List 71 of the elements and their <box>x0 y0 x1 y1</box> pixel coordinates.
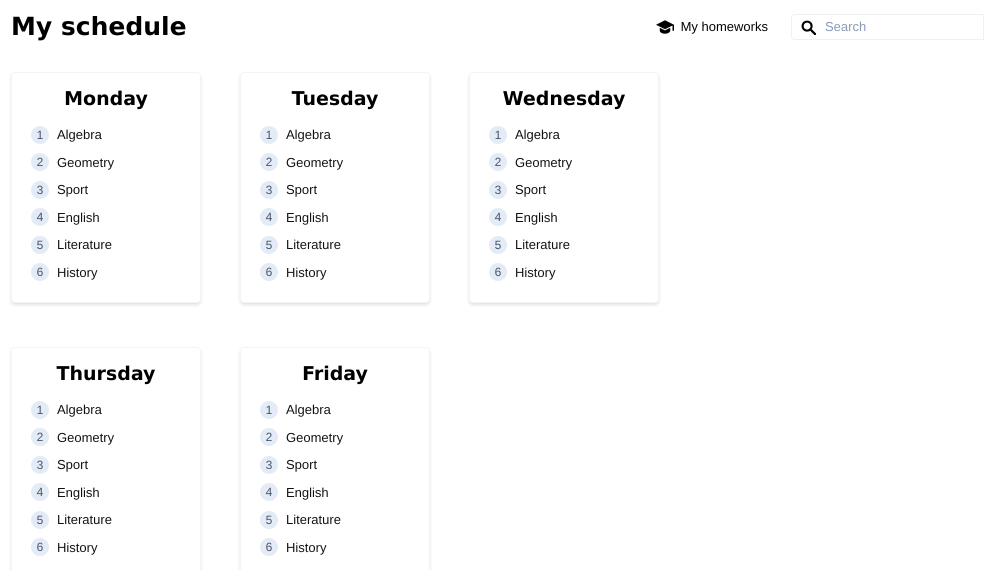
lesson-subject: Sport <box>57 456 88 474</box>
day-title: Friday <box>302 362 368 386</box>
page-title: My schedule <box>11 11 187 44</box>
lesson-subject: Geometry <box>515 154 572 172</box>
lesson-subject: Sport <box>286 181 318 199</box>
day-title: Wednesday <box>502 87 626 111</box>
lesson-subject: English <box>286 208 329 227</box>
lesson-subject: Geometry <box>286 428 344 447</box>
lesson-subject: History <box>57 538 98 557</box>
lesson-subject: Literature <box>286 236 341 254</box>
search-icon <box>801 20 816 34</box>
lesson-number: 1 <box>260 400 278 419</box>
lesson-subject: Sport <box>515 181 546 199</box>
lesson-number: 5 <box>489 236 507 254</box>
lesson-number: 6 <box>260 538 278 556</box>
lesson-number: 3 <box>260 180 278 199</box>
lesson-subject: Algebra <box>286 401 331 419</box>
graduation-cap-icon <box>656 20 674 34</box>
lesson-subject: Algebra <box>286 126 331 144</box>
lesson-subject: English <box>57 484 100 502</box>
lesson-subject: Algebra <box>515 126 560 144</box>
homeworks-link[interactable]: My homeworks <box>656 17 768 37</box>
lesson-number: 4 <box>489 208 507 226</box>
lesson-subject: Geometry <box>57 154 114 172</box>
lesson-number: 5 <box>31 510 49 529</box>
lesson-subject: Geometry <box>286 154 344 172</box>
lesson-number: 2 <box>489 153 507 172</box>
lesson-number: 4 <box>31 208 49 226</box>
lesson-number: 4 <box>260 208 278 226</box>
lesson-number: 5 <box>260 510 278 529</box>
lesson-number: 6 <box>260 263 278 282</box>
lesson-number: 3 <box>31 180 49 199</box>
lesson-number: 6 <box>489 263 507 282</box>
lesson-number: 6 <box>31 263 49 282</box>
lesson-number: 3 <box>489 180 507 199</box>
lesson-subject: English <box>515 208 558 227</box>
lesson-number: 4 <box>31 483 49 502</box>
lesson-number: 2 <box>260 153 278 172</box>
lesson-number: 2 <box>31 428 49 446</box>
lesson-subject: History <box>515 264 556 282</box>
lesson-subject: Literature <box>57 511 112 529</box>
lesson-subject: English <box>286 484 329 502</box>
lesson-subject: History <box>286 538 326 557</box>
lesson-subject: Geometry <box>57 428 114 447</box>
lesson-number: 5 <box>260 236 278 254</box>
lesson-subject: Sport <box>57 181 88 199</box>
lesson-number: 1 <box>260 126 278 144</box>
lesson-number: 6 <box>31 538 49 556</box>
search-bar[interactable]: Search <box>791 14 984 40</box>
lesson-subject: History <box>286 264 326 282</box>
day-title: Tuesday <box>292 87 378 111</box>
lesson-number: 1 <box>489 126 507 144</box>
lesson-number: 1 <box>31 126 49 144</box>
lesson-subject: Algebra <box>57 126 102 144</box>
lesson-number: 2 <box>260 428 278 446</box>
lesson-number: 4 <box>260 483 278 502</box>
lesson-number: 3 <box>260 456 278 474</box>
day-title: Thursday <box>56 362 156 386</box>
lesson-subject: Literature <box>286 511 341 529</box>
search-field[interactable]: Search <box>825 17 965 37</box>
lesson-subject: Literature <box>515 236 570 254</box>
lesson-number: 2 <box>31 153 49 172</box>
lesson-subject: Literature <box>57 236 112 254</box>
day-title: Monday <box>64 87 148 111</box>
lesson-subject: Algebra <box>57 401 102 419</box>
lesson-number: 1 <box>31 400 49 419</box>
lesson-subject: Sport <box>286 456 318 474</box>
lesson-subject: English <box>57 208 100 227</box>
lesson-number: 3 <box>31 456 49 474</box>
lesson-subject: History <box>57 264 98 282</box>
lesson-number: 5 <box>31 236 49 254</box>
